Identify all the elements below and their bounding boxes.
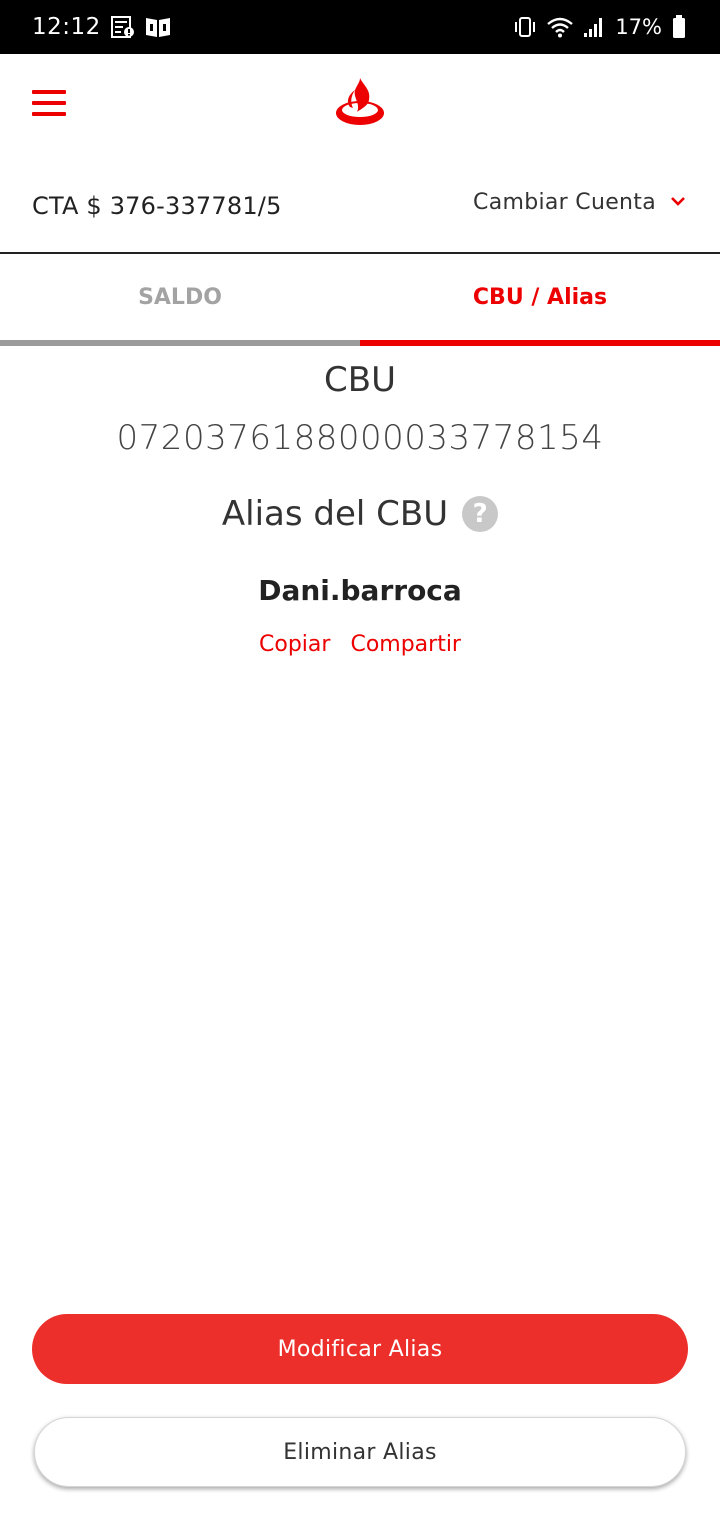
app-header [0, 54, 720, 154]
alias-heading: Alias del CBU ? [0, 494, 720, 534]
vibrate-icon [513, 16, 537, 38]
alias-title: Alias del CBU [221, 494, 449, 534]
menu-line [32, 101, 66, 105]
modify-alias-label: Modificar Alias [277, 1336, 443, 1362]
modify-alias-button[interactable]: Modificar Alias [32, 1314, 688, 1384]
status-right: 17% [513, 15, 686, 39]
list-notification-icon [110, 16, 135, 38]
tab-cbu-alias[interactable]: CBU / Alias [360, 256, 720, 346]
hamburger-menu-icon[interactable] [32, 90, 66, 116]
change-account-label: Cambiar Cuenta [473, 190, 656, 215]
status-bar: 12:12 17% [0, 0, 720, 54]
book-notification-icon [145, 16, 171, 38]
tab-saldo[interactable]: SALDO [0, 256, 360, 346]
status-time: 12:12 [32, 14, 101, 40]
battery-icon [672, 15, 686, 39]
tab-label: SALDO [138, 284, 222, 310]
delete-alias-label: Eliminar Alias [283, 1439, 437, 1465]
tab-label: CBU / Alias [472, 284, 608, 310]
tab-underline [0, 340, 360, 346]
battery-percent: 17% [615, 15, 662, 39]
cbu-title: CBU [324, 360, 396, 400]
wifi-icon [547, 16, 574, 38]
cbu-number: 0720376188000033778154 [116, 418, 604, 458]
menu-line [32, 90, 66, 94]
delete-alias-button[interactable]: Eliminar Alias [34, 1417, 686, 1487]
account-row: CTA $ 376-337781/5 Cambiar Cuenta [0, 172, 720, 254]
alias-actions: Copiar Compartir [0, 632, 720, 657]
screen: 12:12 17% CTA $ 376-337781/5 Cambiar Cue… [0, 0, 720, 1520]
signal-icon [583, 16, 605, 38]
menu-line [32, 112, 66, 116]
tabs: SALDO CBU / Alias [0, 256, 720, 346]
help-icon[interactable]: ? [462, 496, 499, 532]
account-number: CTA $ 376-337781/5 [32, 192, 282, 220]
share-link[interactable]: Compartir [350, 632, 461, 657]
flame-logo-icon [333, 76, 387, 126]
alias-value: Dani.barroca [258, 574, 462, 607]
change-account-button[interactable]: Cambiar Cuenta [473, 190, 686, 215]
chevron-down-icon [670, 193, 686, 212]
tab-active-underline [360, 340, 720, 346]
copy-link[interactable]: Copiar [259, 632, 330, 657]
status-left: 12:12 [32, 14, 171, 40]
